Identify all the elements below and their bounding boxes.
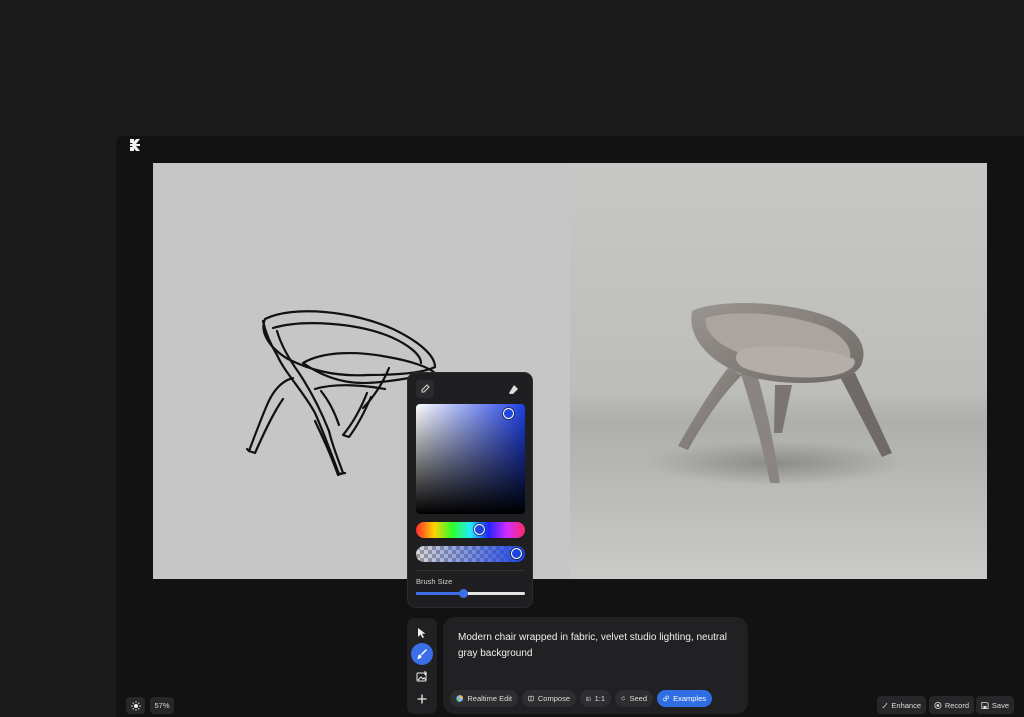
prompt-input[interactable]: Modern chair wrapped in fabric, velvet s… xyxy=(458,630,738,661)
opacity-slider[interactable] xyxy=(416,546,525,562)
eraser-button[interactable] xyxy=(504,380,522,398)
brush-icon xyxy=(417,649,427,659)
save-icon xyxy=(981,701,989,709)
eyedropper-button[interactable] xyxy=(416,380,434,398)
hue-handle[interactable] xyxy=(474,524,486,535)
aspect-ratio-icon xyxy=(586,696,591,701)
save-button[interactable]: Save xyxy=(976,696,1014,714)
realtime-edit-button[interactable]: Realtime Edit xyxy=(450,690,518,707)
brush-tool-button[interactable] xyxy=(411,643,433,665)
opacity-handle[interactable] xyxy=(511,548,523,559)
brush-size-fill xyxy=(416,592,464,595)
image-tool-button[interactable] xyxy=(411,665,433,687)
record-label: Record xyxy=(944,700,969,710)
brush-size-label: Brush Size xyxy=(416,577,453,586)
cursor-arrow-icon xyxy=(418,628,426,638)
compose-label: Compose xyxy=(537,694,570,703)
saturation-value-area[interactable] xyxy=(416,404,525,514)
magic-wand-icon xyxy=(882,702,888,708)
theme-toggle-button[interactable] xyxy=(126,697,145,714)
image-add-icon xyxy=(416,670,427,681)
eyedropper-icon xyxy=(421,384,430,393)
record-button[interactable]: Record xyxy=(929,696,974,714)
examples-icon xyxy=(663,695,669,702)
aspect-ratio-button[interactable]: 1:1 xyxy=(580,690,611,707)
examples-label: Examples xyxy=(673,694,706,703)
compose-button[interactable]: Compose xyxy=(522,690,576,707)
save-label: Save xyxy=(991,700,1009,710)
enhance-label: Enhance xyxy=(891,700,921,710)
seed-label: Seed xyxy=(629,694,647,703)
app-logo-icon xyxy=(128,138,142,152)
aspect-ratio-label: 1:1 xyxy=(594,694,605,703)
examples-button[interactable]: Examples xyxy=(657,690,712,707)
saturation-handle[interactable] xyxy=(503,408,514,419)
sun-icon xyxy=(130,700,141,711)
realtime-edit-icon xyxy=(456,695,464,702)
divider xyxy=(416,570,525,571)
brush-size-slider[interactable] xyxy=(416,589,525,598)
hue-slider[interactable] xyxy=(416,522,525,538)
brush-size-handle[interactable] xyxy=(459,589,469,598)
prompt-panel: Modern chair wrapped in fabric, velvet s… xyxy=(443,617,748,714)
color-picker-panel: Brush Size xyxy=(407,372,533,608)
tool-strip xyxy=(407,618,437,714)
seed-button[interactable]: Seed xyxy=(615,690,653,707)
refresh-icon xyxy=(621,696,626,701)
record-icon xyxy=(934,701,942,709)
enhance-button[interactable]: Enhance xyxy=(877,696,926,714)
compose-icon xyxy=(528,695,534,702)
generated-image xyxy=(570,163,987,579)
plus-icon xyxy=(417,694,427,704)
realtime-edit-label: Realtime Edit xyxy=(467,694,512,703)
eraser-icon xyxy=(508,384,518,394)
add-tool-button[interactable] xyxy=(411,688,433,710)
zoom-level[interactable]: 57% xyxy=(150,697,174,714)
select-tool-button[interactable] xyxy=(411,622,433,644)
